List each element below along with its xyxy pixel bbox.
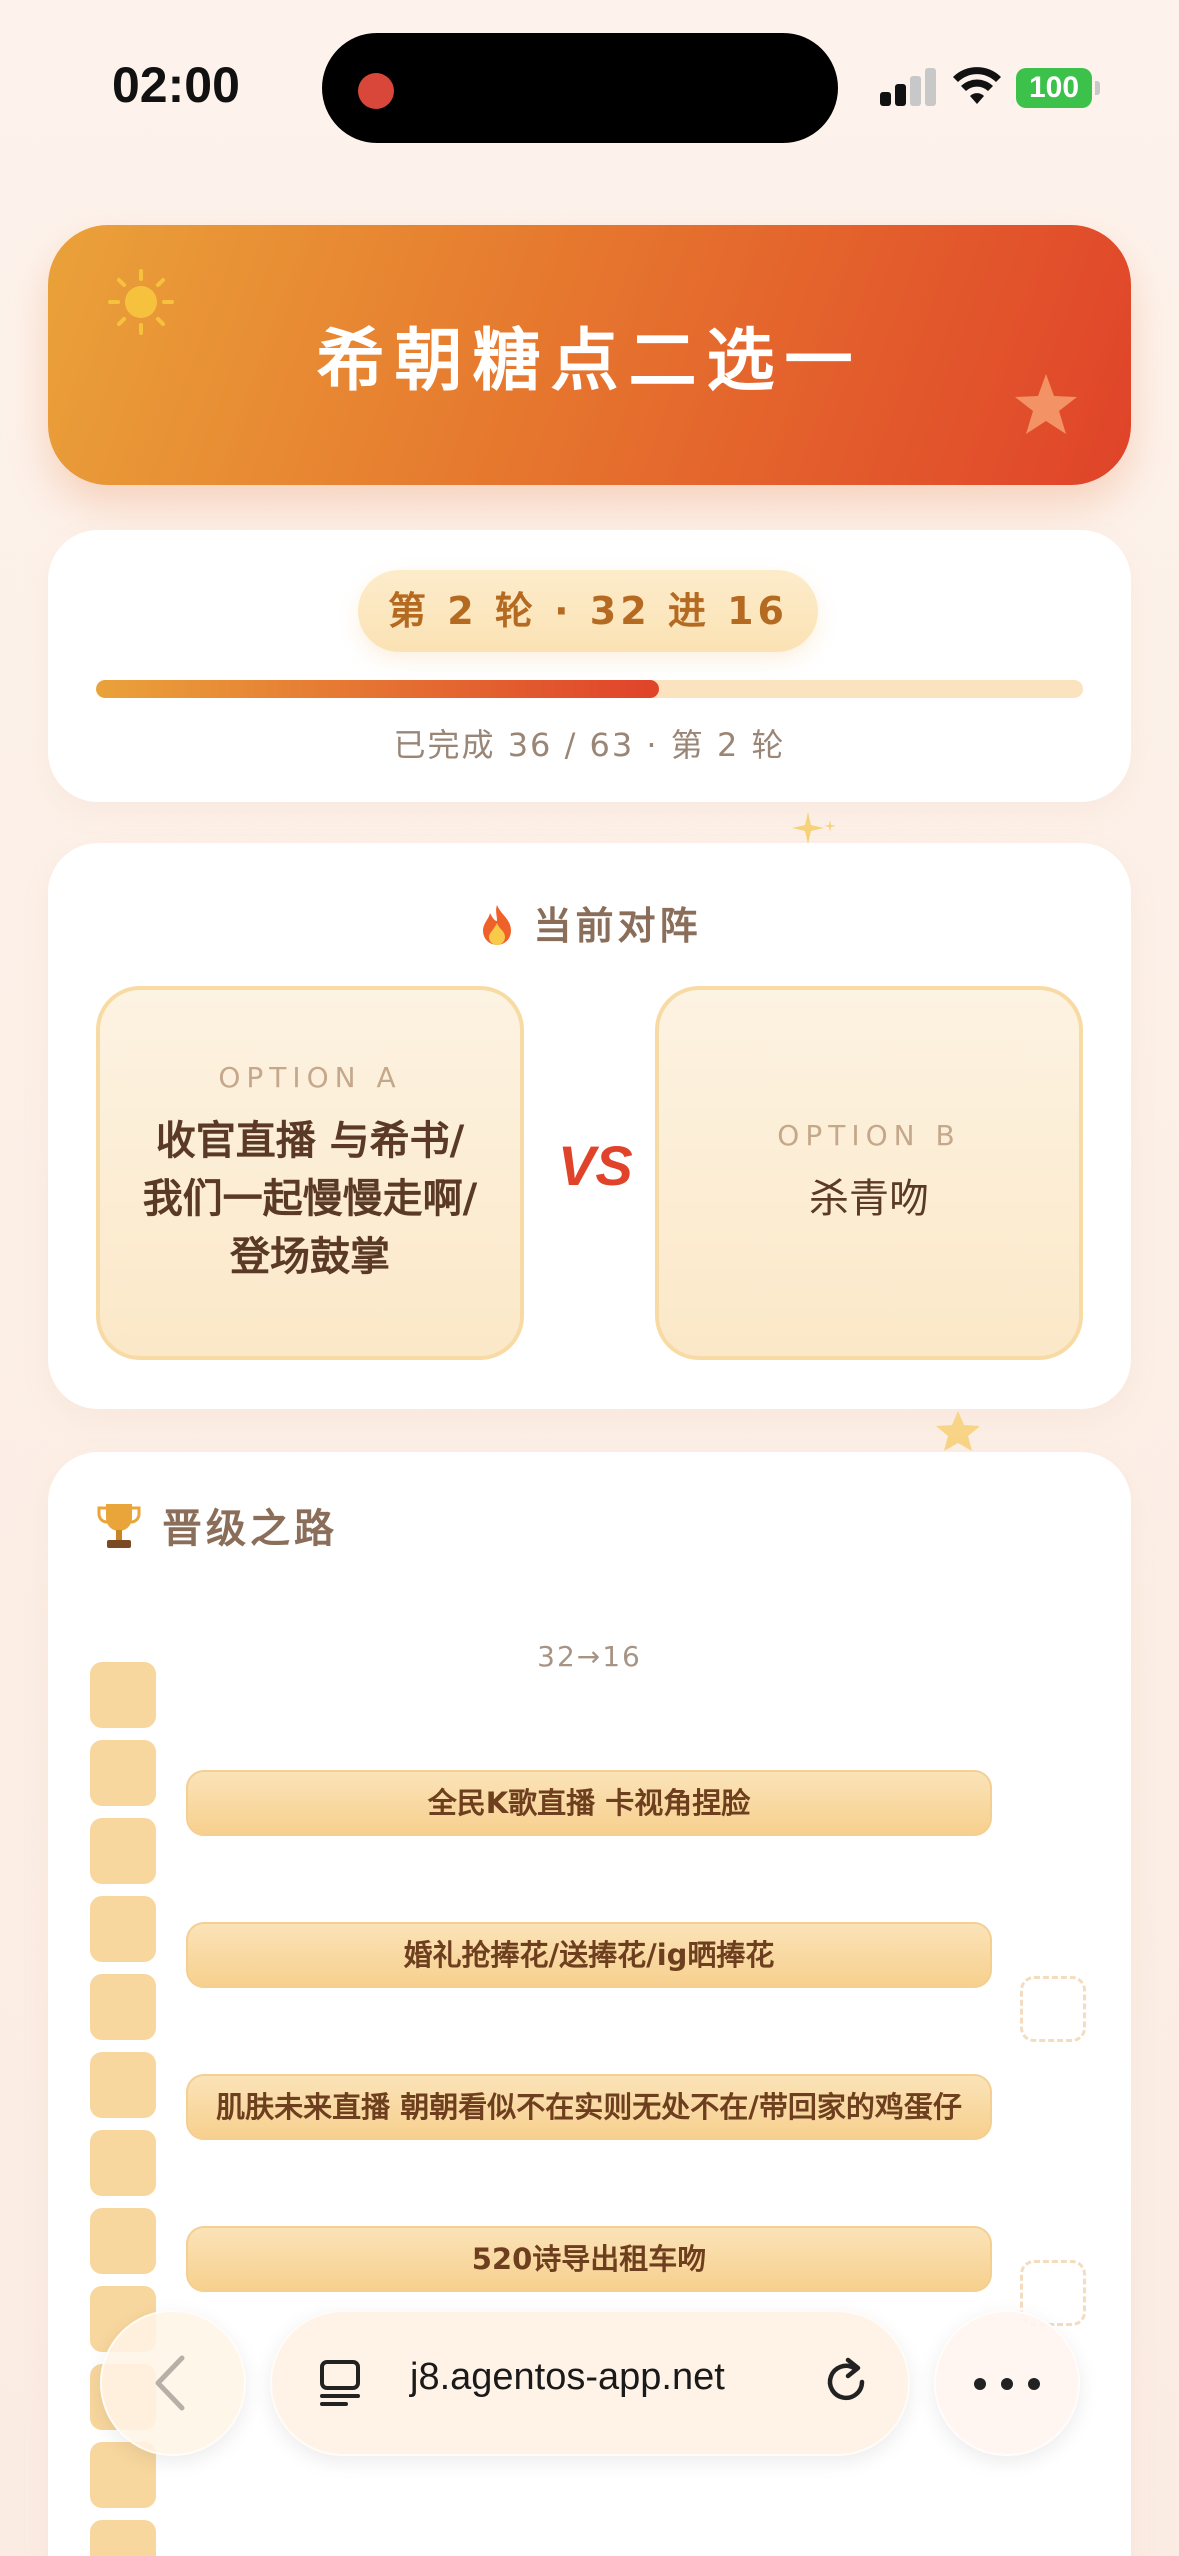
bracket-slot (90, 1974, 156, 2040)
more-dot (1001, 2378, 1013, 2390)
reload-icon[interactable] (818, 2354, 874, 2410)
option-b-card[interactable]: OPTION B 杀青吻 (655, 986, 1083, 1360)
bracket-item[interactable]: 肌肤未来直播 朝朝看似不在实则无处不在/带回家的鸡蛋仔 (186, 2074, 992, 2140)
back-button[interactable] (100, 2310, 246, 2456)
dynamic-island (322, 33, 838, 143)
url-text: j8.agentos-app.net (410, 2356, 725, 2398)
bracket-slot (90, 2442, 156, 2508)
progress-bar-fill (96, 680, 659, 698)
bracket-slot (90, 1662, 156, 1728)
trophy-icon (97, 1504, 141, 1548)
vs-label: VS (558, 1134, 633, 1197)
status-time: 02:00 (112, 57, 240, 113)
road-heading: 晋级之路 (96, 1496, 338, 1554)
option-a-card[interactable]: OPTION A 收官直播 与希书/我们一起慢慢走啊/登场鼓掌 (96, 986, 524, 1360)
bracket-item[interactable]: 婚礼抢捧花/送捧花/ig晒捧花 (186, 1922, 992, 1988)
star-sparkle-icon (936, 1411, 980, 1451)
page-header: 希朝糖点二选一 (48, 225, 1131, 485)
bracket-slot (90, 1896, 156, 1962)
cellular-signal-icon (880, 68, 936, 106)
more-dot (1028, 2378, 1040, 2390)
more-button[interactable] (934, 2310, 1080, 2456)
bracket-slot (90, 2520, 156, 2556)
chevron-left-icon (155, 2355, 185, 2411)
recording-indicator (358, 73, 394, 109)
bracket-item[interactable]: 全民K歌直播 卡视角捏脸 (186, 1770, 992, 1836)
wifi-icon (953, 67, 1001, 104)
battery-indicator: 100 (1016, 68, 1100, 108)
status-bar: 02:00 100 (0, 0, 1179, 170)
star-icon (1015, 374, 1077, 434)
progress-text: 已完成 36 / 63 · 第 2 轮 (393, 726, 786, 764)
more-dot (974, 2378, 986, 2390)
address-bar[interactable]: j8.agentos-app.net (270, 2310, 910, 2456)
empty-slot (1020, 1976, 1086, 2042)
match-heading: 当前对阵 (48, 895, 1131, 950)
road-title: 晋级之路 (162, 1506, 338, 1552)
progress-card: 第 2 轮 · 32 进 16 已完成 36 / 63 · 第 2 轮 (48, 530, 1131, 802)
bracket-item[interactable]: 520诗导出租车吻 (186, 2226, 992, 2292)
sparkle-icon (792, 812, 836, 844)
fire-icon (483, 905, 512, 945)
option-a-text: 收官直播 与希书/我们一起慢慢走啊/登场鼓掌 (142, 1117, 478, 1280)
match-title: 当前对阵 (533, 904, 702, 948)
round-badge: 第 2 轮 · 32 进 16 (358, 570, 818, 652)
bracket-slot (90, 2208, 156, 2274)
tabs-icon (320, 2360, 360, 2406)
bracket-slot (90, 2052, 156, 2118)
progress-bar (96, 680, 1083, 698)
bracket-slot (90, 1818, 156, 1884)
page-title: 希朝糖点二选一 (316, 322, 863, 401)
bracket-slot (90, 2130, 156, 2196)
current-match-card: 当前对阵 OPTION A 收官直播 与希书/我们一起慢慢走啊/登场鼓掌 VS … (48, 843, 1131, 1409)
option-b-text: 杀青吻 (809, 1175, 929, 1222)
option-b-tag: OPTION B (777, 1118, 961, 1152)
round-label: 32→16 (537, 1640, 642, 1673)
bracket-slot (90, 1740, 156, 1806)
option-a-tag: OPTION A (218, 1060, 402, 1094)
